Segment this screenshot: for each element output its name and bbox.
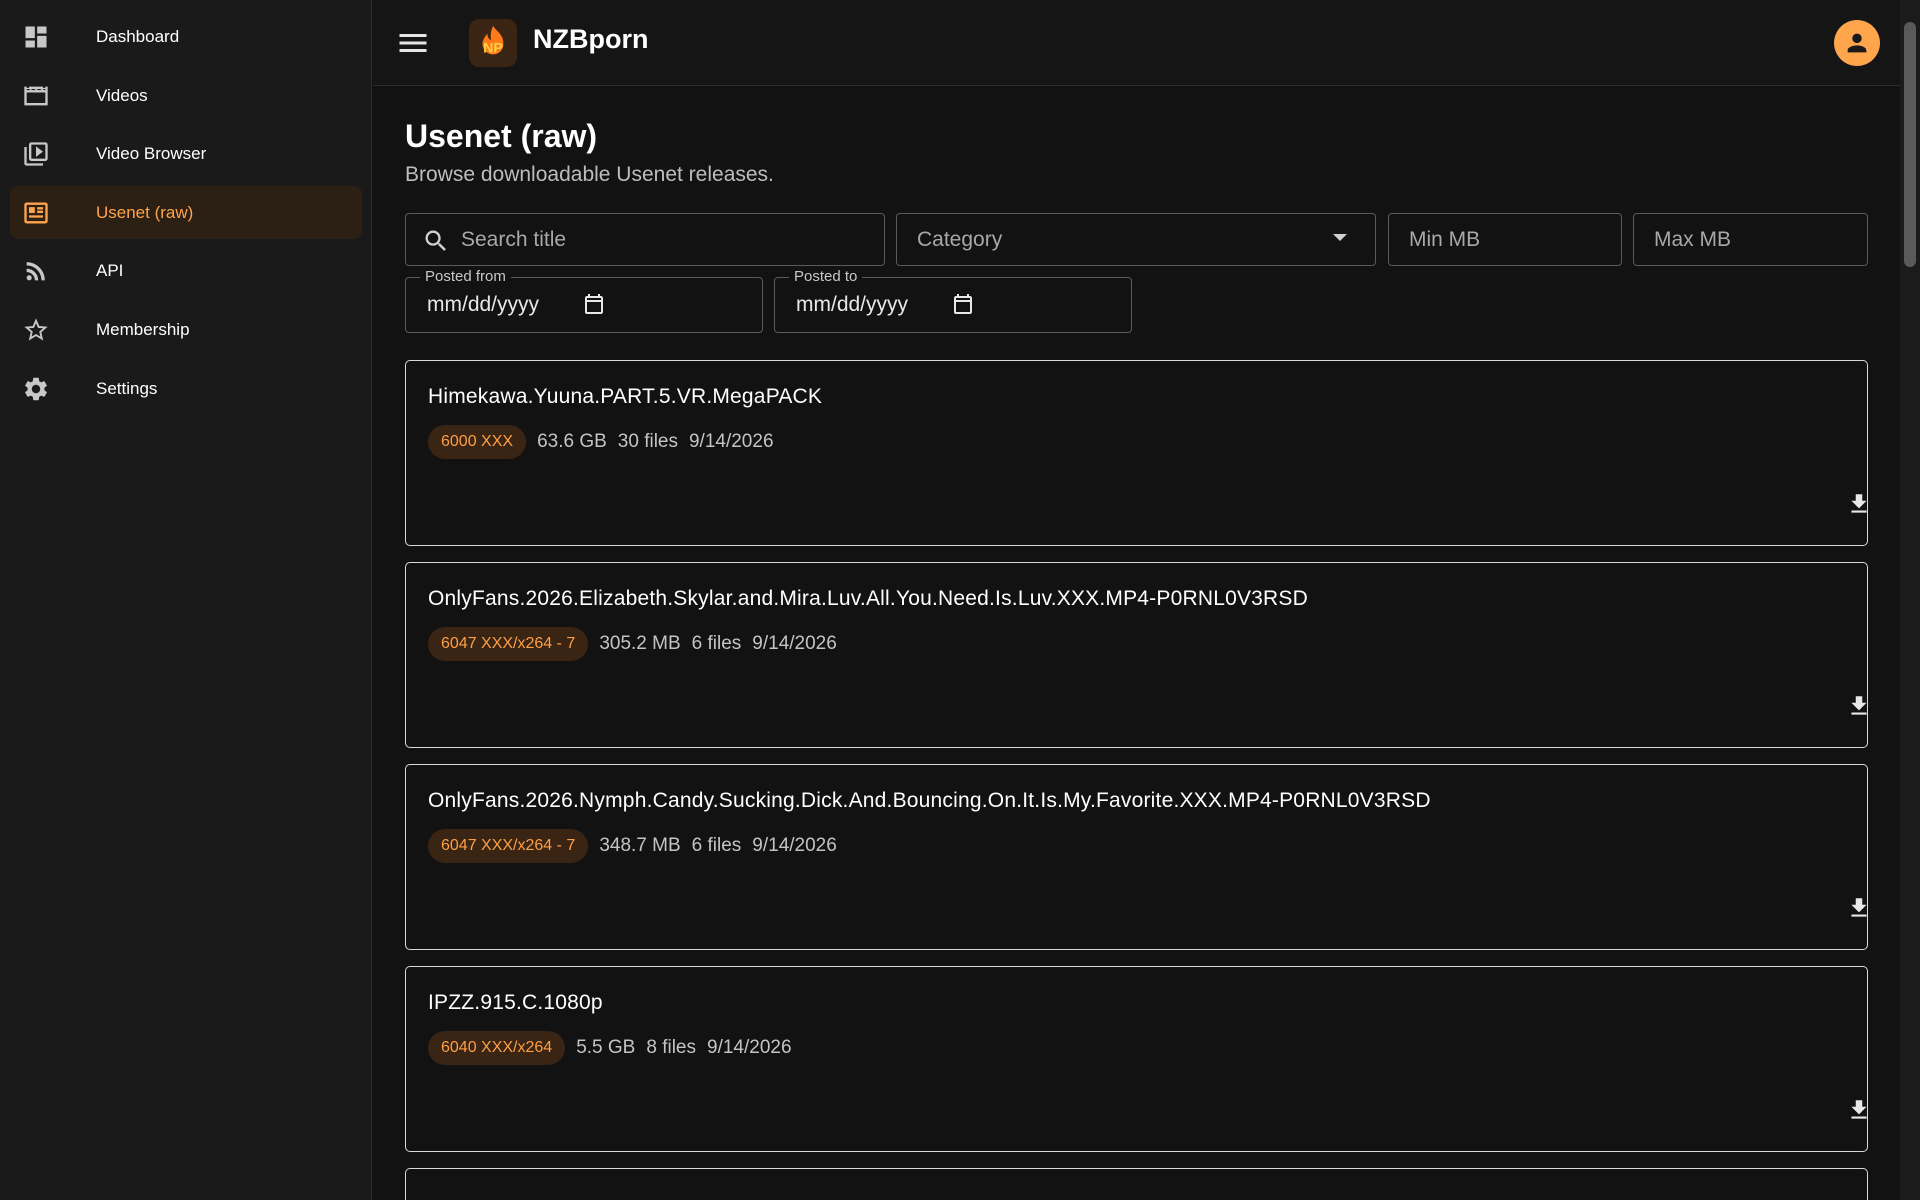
posted-from-value: mm/dd/yyyy	[427, 293, 540, 316]
page-subtitle: Browse downloadable Usenet releases.	[405, 163, 774, 186]
category-badge: 6040 XXX/x264	[428, 1031, 566, 1065]
sidebar-item-usenet-raw[interactable]: Usenet (raw)	[10, 186, 362, 239]
category-badge: 6047 XXX/x264 - 7	[428, 829, 589, 863]
page-title: Usenet (raw)	[405, 118, 598, 154]
category-select[interactable]: Category	[896, 213, 1376, 266]
release-meta: 6040 XXX/x264 5.5 GB 8 files 9/14/2026	[428, 1031, 792, 1065]
release-files: 6 files	[691, 835, 742, 856]
release-card[interactable]: IPZZ.915.C.1080p 6040 XXX/x264 5.5 GB 8 …	[405, 966, 1868, 1152]
release-size: 305.2 MB	[599, 633, 681, 654]
clapperboard-icon	[22, 82, 50, 110]
category-badge: 6047 XXX/x264 - 7	[428, 627, 589, 661]
sidebar-item-label: Usenet (raw)	[96, 202, 194, 222]
download-icon[interactable]	[1846, 693, 1872, 719]
release-files: 6 files	[691, 633, 742, 654]
top-bar: NP NZBporn	[373, 0, 1900, 86]
release-date: 9/14/2026	[752, 633, 837, 654]
rss-icon	[22, 257, 50, 285]
max-mb-input[interactable]: Max MB	[1633, 213, 1868, 266]
category-placeholder: Category	[917, 227, 1003, 251]
dashboard-icon	[22, 23, 50, 51]
sidebar-item-label: Membership	[96, 319, 190, 339]
calendar-icon[interactable]	[951, 292, 975, 316]
release-card[interactable]: OnlyFans.2026.Elizabeth.Skylar.and.Mira.…	[405, 562, 1868, 748]
release-title[interactable]: OnlyFans.2026.Elizabeth.Skylar.and.Mira.…	[428, 587, 1308, 611]
scrollbar-thumb[interactable]	[1904, 22, 1916, 267]
release-files: 30 files	[617, 431, 678, 452]
release-date: 9/14/2026	[752, 835, 837, 856]
brand-logo[interactable]: NP	[469, 19, 517, 67]
min-mb-placeholder: Min MB	[1409, 227, 1481, 251]
sidebar-item-label: Video Browser	[96, 143, 207, 163]
calendar-icon[interactable]	[582, 292, 606, 316]
release-meta: 6000 XXX 63.6 GB 30 files 9/14/2026	[428, 425, 774, 459]
release-meta: 6047 XXX/x264 - 7 305.2 MB 6 files 9/14/…	[428, 627, 837, 661]
brand-name: NZBporn	[533, 24, 649, 54]
sidebar-item-label: API	[96, 260, 124, 280]
star-icon	[22, 316, 50, 344]
sidebar-item-label: Videos	[96, 85, 148, 105]
release-title[interactable]: OnlyFans.2026.Nymph.Candy.Sucking.Dick.A…	[428, 789, 1431, 813]
sidebar-item-settings[interactable]: Settings	[10, 362, 362, 415]
release-size: 5.5 GB	[576, 1037, 636, 1058]
posted-from-field[interactable]: Posted from mm/dd/yyyy	[405, 268, 763, 333]
account-avatar[interactable]	[1834, 20, 1880, 66]
dropdown-arrow-icon	[1333, 234, 1347, 241]
release-card[interactable]: OnlyFans.2026.Nymph.Candy.Sucking.Dick.A…	[405, 764, 1868, 950]
release-date: 9/14/2026	[707, 1037, 792, 1058]
video-library-icon	[22, 140, 50, 168]
posted-from-label: Posted from	[420, 268, 511, 285]
download-icon[interactable]	[1846, 491, 1872, 517]
sidebar: Dashboard Videos Video Browser Usenet (r…	[0, 0, 372, 1200]
sidebar-item-label: Dashboard	[96, 26, 180, 46]
release-meta: 6047 XXX/x264 - 7 348.7 MB 6 files 9/14/…	[428, 829, 837, 863]
release-files: 8 files	[646, 1037, 696, 1058]
release-card[interactable]: Himekawa.Yuuna.PART.5.VR.MegaPACK 6000 X…	[405, 360, 1868, 546]
search-input[interactable]: Search title	[405, 213, 885, 266]
menu-icon[interactable]	[395, 25, 431, 61]
min-mb-input[interactable]: Min MB	[1388, 213, 1622, 266]
gear-icon	[22, 375, 50, 403]
category-badge: 6000 XXX	[428, 425, 527, 459]
release-title[interactable]: Himekawa.Yuuna.PART.5.VR.MegaPACK	[428, 385, 822, 409]
download-icon[interactable]	[1846, 1097, 1872, 1123]
svg-text:NP: NP	[483, 41, 503, 57]
posted-to-value: mm/dd/yyyy	[796, 293, 909, 316]
posted-to-label: Posted to	[789, 268, 863, 285]
search-placeholder: Search title	[461, 227, 567, 251]
sidebar-item-membership[interactable]: Membership	[10, 303, 362, 356]
sidebar-item-videos[interactable]: Videos	[10, 69, 362, 122]
release-size: 63.6 GB	[537, 431, 607, 452]
download-icon[interactable]	[1846, 895, 1872, 921]
sidebar-item-video-browser[interactable]: Video Browser	[10, 127, 362, 180]
sidebar-item-dashboard[interactable]: Dashboard	[10, 10, 362, 63]
flame-logo-icon: NP	[482, 25, 504, 57]
search-icon	[422, 227, 450, 255]
person-icon	[1847, 33, 1867, 53]
sidebar-item-api[interactable]: API	[10, 244, 362, 297]
sidebar-item-label: Settings	[96, 378, 158, 398]
max-mb-placeholder: Max MB	[1654, 227, 1732, 251]
newspaper-icon	[22, 199, 50, 227]
posted-to-field[interactable]: Posted to mm/dd/yyyy	[774, 268, 1132, 333]
release-card-partial[interactable]	[405, 1168, 1868, 1200]
release-title[interactable]: IPZZ.915.C.1080p	[428, 991, 603, 1015]
release-date: 9/14/2026	[688, 431, 774, 452]
release-size: 348.7 MB	[599, 835, 681, 856]
